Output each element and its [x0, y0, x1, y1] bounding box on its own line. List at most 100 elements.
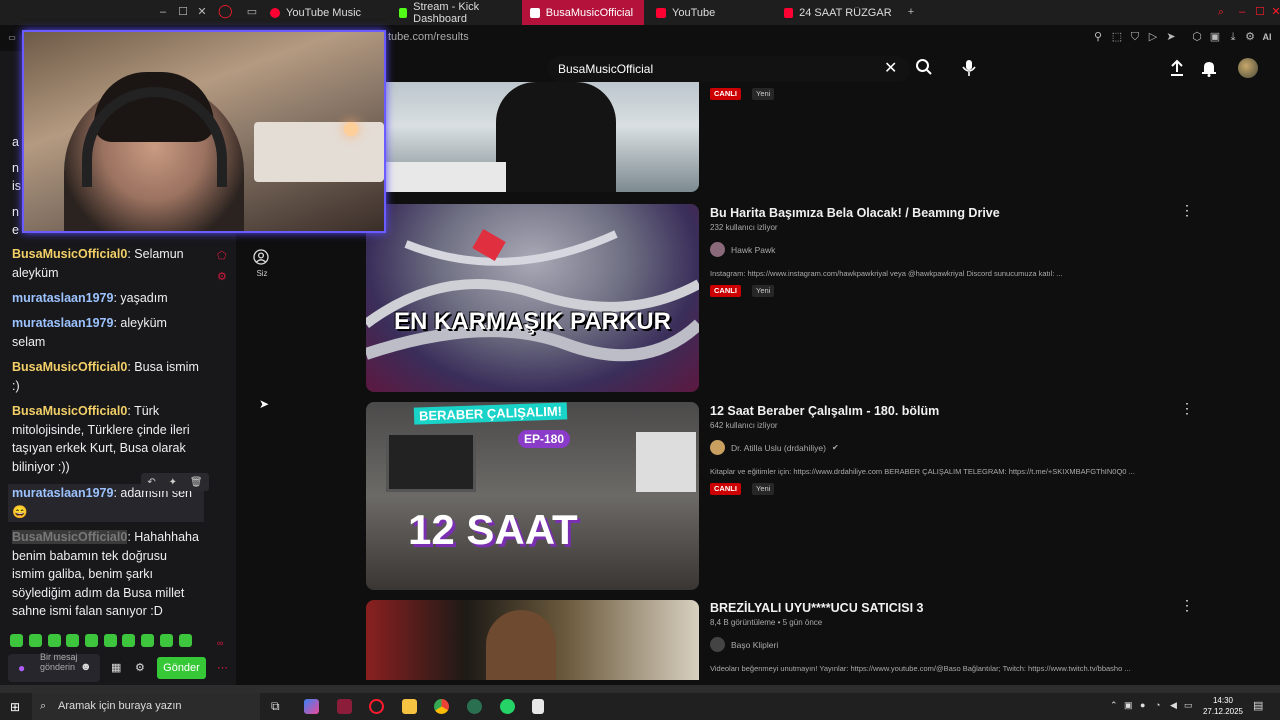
chat-username[interactable]: BusaMusicOfficial0 [12, 404, 127, 418]
chat-gear-icon[interactable]: ⚙ [135, 661, 145, 674]
ai-icon[interactable]: AI [1257, 31, 1277, 43]
copilot-icon[interactable] [304, 699, 319, 714]
youtube-search-input[interactable] [558, 56, 878, 82]
tray-language-icon[interactable]: ▭ [1184, 700, 1193, 711]
result-channel[interactable]: Hawk Pawk [710, 242, 775, 257]
opera-icon[interactable]: ◯ [218, 4, 233, 17]
url-field[interactable]: tube.com/results [388, 31, 469, 43]
chat-username[interactable]: murataslaan1979 [12, 486, 113, 500]
microphone-icon[interactable] [961, 59, 977, 81]
emote-icon[interactable] [48, 634, 61, 647]
windows-start-icon[interactable]: ⊞ [10, 700, 20, 714]
download-icon[interactable]: ⤓ [1227, 31, 1239, 43]
tab-busamusicofficial[interactable]: BusaMusicOfficial - Yo [522, 0, 644, 25]
chat-username[interactable]: BusaMusicOfficial0 [12, 247, 127, 261]
result-title[interactable]: 12 Saat Beraber Çalışalım - 180. bölüm [710, 404, 939, 418]
result-title[interactable]: BREZİLYALI UYU****UCU SATICISI 3 [710, 601, 923, 615]
pin-message-icon[interactable]: ✦ [169, 477, 177, 488]
more-actions-icon[interactable]: ⋮ [1180, 400, 1194, 417]
tray-network-icon[interactable]: ▣ [1124, 700, 1133, 711]
app-icon[interactable] [467, 699, 482, 714]
play-icon[interactable]: ▷ [1147, 31, 1159, 43]
emoji-icon[interactable]: ☻ [80, 661, 92, 673]
tray-mic-icon[interactable]: ● [1140, 700, 1145, 710]
chat-input[interactable]: ● Bir mesaj gönderin ☻ [8, 652, 100, 682]
taskbar-clock[interactable]: 14:30 27.12.2025 [1195, 695, 1251, 717]
emote-icon[interactable] [104, 634, 117, 647]
vpn-icon[interactable]: ▭ [6, 32, 18, 44]
tab-youtube-music[interactable]: YouTube Music [262, 0, 388, 25]
result-thumbnail[interactable] [366, 600, 699, 680]
pin-icon[interactable]: ⚲ [1092, 31, 1104, 43]
clear-search-icon[interactable]: ✕ [884, 59, 897, 79]
window-maximize-icon[interactable]: ☐ [1254, 6, 1266, 18]
result-thumbnail[interactable]: EN KARMAŞIK PARKUR [366, 204, 699, 392]
reply-icon[interactable]: ↶ [147, 477, 155, 488]
result-title[interactable]: Bu Harita Başımıza Bela Olacak! / Beamın… [710, 206, 1000, 220]
chrome-icon[interactable] [434, 699, 449, 714]
send-button[interactable]: Gönder [157, 657, 206, 679]
mic-icon[interactable]: ● [18, 661, 25, 675]
result-thumbnail[interactable] [366, 82, 699, 192]
tray-wifi-icon[interactable]: ◔ [1155, 700, 1160, 710]
account-avatar[interactable] [1238, 58, 1258, 78]
tab-youtube[interactable]: YouTube [648, 0, 774, 25]
minimize-icon[interactable]: – [157, 6, 169, 18]
channel-avatar[interactable] [710, 440, 725, 455]
upload-icon[interactable] [1169, 59, 1185, 81]
emote-icon[interactable] [160, 634, 173, 647]
settings-icon[interactable]: ⚙ [1244, 31, 1256, 43]
more-actions-icon[interactable]: ⋮ [1180, 202, 1194, 219]
chat-username[interactable]: BusaMusicOfficial0 [12, 360, 127, 374]
snapshot-icon[interactable]: ⬚ [1111, 31, 1123, 43]
whatsapp-icon[interactable] [500, 699, 515, 714]
emote-icon[interactable] [179, 634, 192, 647]
chat-username[interactable]: murataslaan1979 [12, 291, 113, 305]
opera-taskbar-icon[interactable] [369, 699, 384, 714]
channel-name[interactable]: Dr. Atilla Uslu (drdahiliye) [731, 443, 826, 453]
horizontal-scrollbar[interactable] [0, 685, 1280, 693]
emote-icon[interactable] [66, 634, 79, 647]
window-minimize-icon[interactable]: – [1236, 6, 1248, 18]
tab-ruzgar-turbin[interactable]: 24 SAAT RÜZGAR TÜRBİN [776, 0, 902, 25]
more-icon[interactable]: ⋯ [217, 661, 228, 674]
chat-username[interactable]: BusaMusicOfficial0 [12, 530, 128, 544]
result-channel[interactable]: Dr. Atilla Uslu (drdahiliye) ✔ [710, 440, 839, 455]
emote-icon[interactable] [85, 634, 98, 647]
new-tab-icon[interactable]: + [905, 6, 917, 18]
tab-kick-dashboard[interactable]: Stream - Kick Dashboard [391, 0, 521, 25]
channel-name[interactable]: Başo Klipleri [731, 640, 778, 650]
chat-username[interactable]: murataslaan1979 [12, 316, 113, 330]
gift-icon[interactable]: ▦ [111, 661, 121, 674]
result-thumbnail[interactable]: BERABER ÇALIŞALIM! EP-180 12 SAAT [366, 402, 699, 590]
send-icon[interactable]: ➤ [1165, 31, 1177, 43]
search-icon[interactable] [915, 58, 933, 80]
shield-icon[interactable]: ⛉ [1129, 31, 1141, 43]
emote-icon[interactable] [10, 634, 23, 647]
sidebar-you-label[interactable]: Siz [250, 269, 274, 278]
wallet-icon[interactable]: ▣ [1209, 31, 1221, 43]
emote-icon[interactable] [29, 634, 42, 647]
task-view-icon[interactable]: ⧉ [271, 699, 280, 714]
emote-menu-icon[interactable]: ∞ [217, 638, 223, 648]
more-actions-icon[interactable]: ⋮ [1180, 597, 1194, 614]
tray-overflow-icon[interactable]: ⌃ [1110, 700, 1118, 711]
emote-icon[interactable] [122, 634, 135, 647]
kick-app-icon[interactable] [337, 699, 352, 714]
channel-avatar[interactable] [710, 637, 725, 652]
tab-switch-icon[interactable]: ▭ [246, 6, 258, 18]
chat-side-icon[interactable]: ⬠ [217, 249, 227, 262]
window-close-icon[interactable]: ✕ [1270, 6, 1280, 18]
close-icon[interactable]: ✕ [196, 6, 208, 18]
extensions-icon[interactable]: ⬡ [1191, 31, 1203, 43]
chat-settings-icon[interactable]: ⚙ [217, 270, 227, 283]
notifications-icon[interactable] [1201, 59, 1217, 81]
taskbar-search[interactable]: ⌕ Aramak için buraya yazın [32, 693, 260, 720]
file-explorer-icon[interactable] [402, 699, 417, 714]
channel-avatar[interactable] [710, 242, 725, 257]
you-icon[interactable] [253, 249, 269, 270]
notepad-icon[interactable] [532, 699, 544, 714]
tray-volume-icon[interactable]: ◀ [1170, 700, 1177, 711]
delete-icon[interactable]: 🗑 [190, 477, 203, 488]
emote-icon[interactable] [141, 634, 154, 647]
